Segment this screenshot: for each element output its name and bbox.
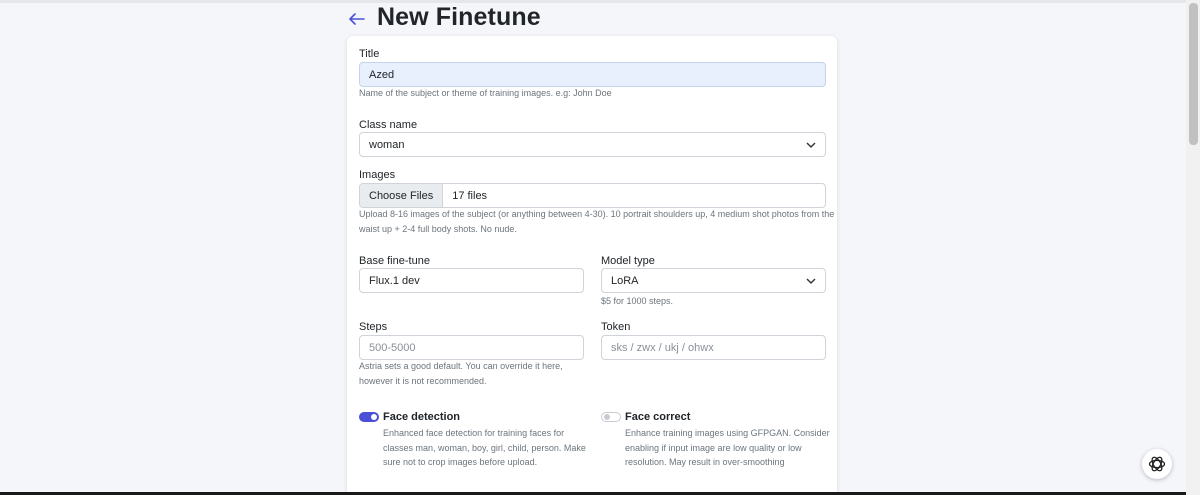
face-detection-help-line3: sure not to crop images before upload. <box>383 457 538 467</box>
face-detection-help-line1: Enhanced face detection for training fac… <box>383 428 565 438</box>
steps-help-line2: however it is not recommended. <box>359 376 487 386</box>
steps-placeholder: 500-5000 <box>369 341 416 354</box>
face-correct-help-line1: Enhance training images using GFPGAN. Co… <box>625 428 830 438</box>
images-file-input[interactable]: Choose Files 17 files <box>359 183 826 208</box>
title-help: Name of the subject or theme of training… <box>359 88 612 98</box>
token-input[interactable]: sks / zwx / ukj / ohwx <box>601 335 826 360</box>
title-label: Title <box>359 48 380 60</box>
token-label: Token <box>601 321 631 333</box>
class-name-select[interactable]: woman <box>359 132 826 157</box>
top-border <box>0 0 1186 3</box>
class-name-label: Class name <box>359 119 418 131</box>
arrow-left-icon[interactable] <box>347 9 367 29</box>
page-header: New Finetune <box>347 0 541 34</box>
images-help-line2: waist up + 2-4 full body shots. No nude. <box>359 224 517 234</box>
class-name-value: woman <box>369 138 405 151</box>
face-correct-help-line3: resolution. May result in over-smoothing <box>625 457 785 467</box>
model-type-value: LoRA <box>611 274 639 287</box>
base-finetune-value: Flux.1 dev <box>369 274 420 287</box>
model-type-select[interactable]: LoRA <box>601 268 826 293</box>
token-placeholder: sks / zwx / ukj / ohwx <box>611 341 714 354</box>
face-correct-toggle[interactable] <box>601 412 621 422</box>
face-correct-label: Face correct <box>625 411 691 423</box>
face-detection-toggle[interactable] <box>359 412 379 422</box>
steps-help-line1: Astria sets a good default. You can over… <box>359 361 563 371</box>
images-file-count: 17 files <box>452 189 488 202</box>
images-label: Images <box>359 169 396 181</box>
page-scrollbar[interactable] <box>1186 0 1200 495</box>
steps-label: Steps <box>359 321 388 333</box>
face-detection-label: Face detection <box>383 411 461 423</box>
title-input[interactable]: Azed <box>359 62 826 87</box>
steps-input[interactable]: 500-5000 <box>359 335 584 360</box>
base-finetune-label: Base fine-tune <box>359 255 430 267</box>
page-title: New Finetune <box>377 2 541 31</box>
model-type-label: Model type <box>601 255 655 267</box>
toggle-knob <box>371 414 377 420</box>
chevron-down-icon <box>806 142 816 149</box>
choose-files-button[interactable]: Choose Files <box>360 184 444 207</box>
images-help-line1: Upload 8-16 images of the subject (or an… <box>359 209 835 219</box>
finetune-form: Title Azed Name of the subject or theme … <box>347 36 837 495</box>
title-input-value: Azed <box>369 68 395 81</box>
model-type-help: $5 for 1000 steps. <box>601 296 674 306</box>
base-finetune-input[interactable]: Flux.1 dev <box>359 268 584 293</box>
toggle-knob <box>604 414 610 420</box>
chevron-down-icon <box>806 278 816 285</box>
assistant-button[interactable] <box>1142 449 1172 479</box>
scrollbar-thumb[interactable] <box>1189 3 1198 145</box>
openai-logo-icon <box>1148 456 1166 472</box>
